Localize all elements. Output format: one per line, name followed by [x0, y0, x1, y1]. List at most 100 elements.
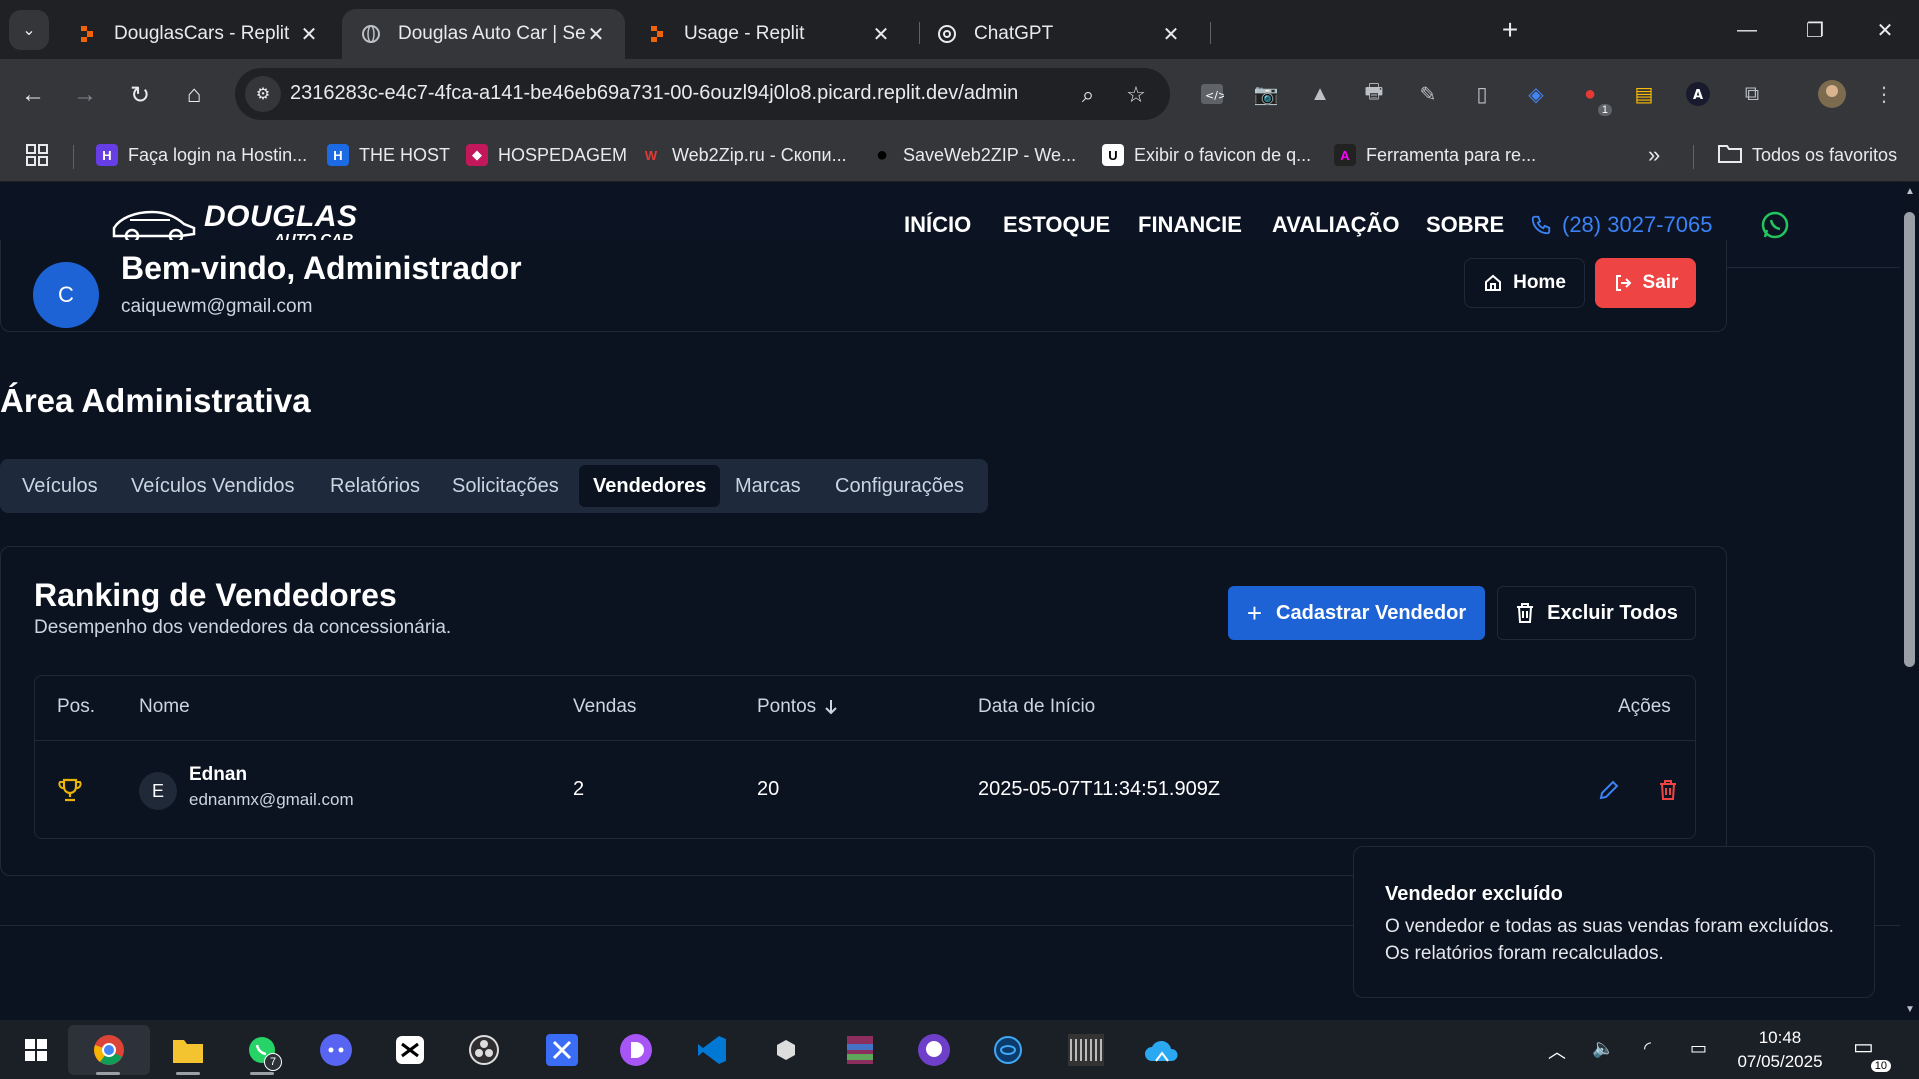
scroll-down-arrow[interactable]: ▼ — [1904, 1004, 1916, 1016]
forward-button[interactable]: → — [66, 76, 104, 114]
nav-estoque[interactable]: ESTOQUE — [1003, 212, 1110, 238]
stop-extension-icon[interactable]: ● 1 — [1572, 76, 1612, 116]
cloud-app-icon[interactable] — [1136, 1025, 1188, 1075]
bookmark-item[interactable]: H Faça login na Hostin... — [96, 141, 307, 169]
apps-grid-icon[interactable] — [26, 141, 48, 169]
cube-app-icon[interactable] — [760, 1025, 812, 1075]
toast-notification[interactable]: Vendedor excluído O vendedor e todas as … — [1353, 846, 1875, 998]
code-extension-icon[interactable]: </> — [1194, 76, 1230, 112]
nav-financie[interactable]: FINANCIE — [1138, 212, 1242, 238]
file-explorer-icon[interactable] — [162, 1025, 214, 1075]
home-button[interactable]: Home — [1464, 258, 1585, 308]
tag-extension-icon[interactable]: ◈ — [1518, 76, 1554, 112]
color-picker-icon[interactable]: ✎ — [1410, 76, 1446, 112]
col-pontos[interactable]: Pontos — [757, 696, 838, 718]
edit-seller-button[interactable] — [1595, 776, 1623, 804]
tab-search-button[interactable]: ⌄ — [9, 10, 49, 50]
bookmark-item[interactable]: U Exibir o favicon de q... — [1102, 141, 1311, 169]
phone-link[interactable]: (28) 3027-7065 — [1530, 212, 1712, 238]
chrome-taskbar-icon[interactable] — [68, 1025, 150, 1075]
bookmark-item[interactable]: H THE HOST — [327, 141, 450, 169]
kebab-menu-icon[interactable]: ⋮ — [1866, 76, 1902, 112]
url-text[interactable]: 2316283c-e4c7-4fca-a141-be46eb69a731-00-… — [290, 82, 1018, 105]
wifi-icon[interactable]: ◜ — [1644, 1038, 1651, 1059]
clock-time: 10:48 — [1758, 1028, 1802, 1047]
winrar-icon[interactable] — [834, 1025, 886, 1075]
welcome-panel: C Bem-vindo, Administrador caiquewm@gmai… — [0, 240, 1727, 332]
scroll-up-arrow[interactable]: ▲ — [1904, 186, 1916, 198]
whatsapp-icon[interactable] — [1760, 210, 1790, 240]
browser-tab[interactable]: ChatGPT ✕ — [918, 9, 1200, 59]
browser-tab[interactable]: Usage - Replit ✕ — [628, 9, 910, 59]
page-content: DOUGLAS AUTO CAR INÍCIO ESTOQUE FINANCIE… — [0, 182, 1919, 1020]
add-seller-button[interactable]: + Cadastrar Vendedor — [1228, 586, 1485, 640]
scroll-thumb[interactable] — [1904, 212, 1915, 667]
nav-sobre[interactable]: SOBRE — [1426, 212, 1504, 238]
more-bookmarks-button[interactable]: » — [1648, 141, 1660, 169]
eye-app-icon[interactable] — [982, 1025, 1034, 1075]
system-clock[interactable]: 10:48 07/05/2025 — [1725, 1026, 1835, 1074]
nav-avaliacao[interactable]: AVALIAÇÃO — [1272, 212, 1400, 238]
col-pos[interactable]: Pos. — [57, 696, 95, 718]
zoom-icon[interactable]: ⌕ — [1073, 80, 1103, 110]
close-window-button[interactable]: ✕ — [1860, 10, 1910, 50]
tab-veiculos[interactable]: Veículos — [8, 465, 112, 507]
camera-extension-icon[interactable]: 📷 — [1248, 76, 1284, 112]
discord-icon[interactable] — [310, 1025, 362, 1075]
browser-tab-active[interactable]: Douglas Auto Car | Seu Próximo ✕ — [342, 9, 625, 59]
dscord-app-icon[interactable] — [610, 1025, 662, 1075]
battery-icon[interactable]: ▭ — [1690, 1038, 1707, 1059]
close-icon[interactable]: ✕ — [870, 22, 892, 47]
volume-icon[interactable]: 🔈 — [1592, 1038, 1614, 1059]
vercel-extension-icon[interactable]: ▲ — [1302, 76, 1338, 112]
whatsapp-taskbar-icon[interactable]: 7 — [236, 1025, 288, 1075]
bookmark-item[interactable]: A Ferramenta para re... — [1334, 141, 1536, 169]
back-button[interactable]: ← — [14, 76, 52, 114]
windows-start-icon[interactable] — [10, 1025, 62, 1075]
profile-avatar[interactable] — [1814, 76, 1850, 112]
tab-marcas[interactable]: Marcas — [721, 465, 815, 507]
new-tab-button[interactable]: + — [1492, 12, 1528, 48]
reload-button[interactable]: ↻ — [121, 76, 159, 114]
obs-icon[interactable] — [458, 1025, 510, 1075]
all-bookmarks-button[interactable]: Todos os favoritos — [1718, 141, 1897, 169]
home-icon[interactable]: ⌂ — [175, 76, 213, 114]
extensions-puzzle-icon[interactable]: ⧉ — [1734, 76, 1770, 112]
capcut-pro-icon[interactable] — [536, 1025, 588, 1075]
a-extension-icon[interactable]: A — [1680, 76, 1716, 112]
github-desktop-icon[interactable] — [908, 1025, 960, 1075]
tab-configuracoes[interactable]: Configurações — [821, 465, 978, 507]
capcut-icon[interactable] — [384, 1025, 436, 1075]
minimize-button[interactable]: — — [1722, 10, 1772, 50]
vscode-icon[interactable] — [686, 1025, 738, 1075]
close-icon[interactable]: ✕ — [1160, 22, 1182, 47]
address-bar[interactable]: ⚙ 2316283c-e4c7-4fca-a141-be46eb69a731-0… — [235, 68, 1170, 120]
file-extension-icon[interactable]: ▤ — [1626, 76, 1662, 112]
delete-all-button[interactable]: Excluir Todos — [1497, 586, 1696, 640]
tab-solicitacoes[interactable]: Solicitações — [438, 465, 573, 507]
restore-button[interactable]: ❐ — [1790, 10, 1840, 50]
bookmark-star-icon[interactable]: ☆ — [1121, 80, 1151, 110]
printer-extension-icon[interactable]: 🖶 — [1356, 76, 1392, 112]
logout-button[interactable]: Sair — [1595, 258, 1696, 308]
notification-center-icon[interactable]: ▭ 10 — [1853, 1034, 1891, 1072]
close-icon[interactable]: ✕ — [585, 22, 607, 47]
tab-veiculos-vendidos[interactable]: Veículos Vendidos — [117, 465, 308, 507]
col-vendas[interactable]: Vendas — [573, 696, 636, 718]
tray-chevron-icon[interactable]: ︿ — [1548, 1038, 1566, 1064]
tab-vendedores[interactable]: Vendedores — [579, 465, 721, 507]
httrack-icon[interactable] — [1060, 1025, 1112, 1075]
page-scrollbar[interactable]: ▲ ▼ — [1900, 182, 1919, 1020]
nav-inicio[interactable]: INÍCIO — [904, 212, 971, 238]
site-info-icon[interactable]: ⚙ — [245, 76, 281, 112]
bookmark-item[interactable]: ◆ HOSPEDAGEM — [466, 141, 627, 169]
tab-relatorios[interactable]: Relatórios — [316, 465, 434, 507]
browser-tab[interactable]: DouglasCars - Replit ✕ — [58, 9, 338, 59]
col-data-inicio[interactable]: Data de Início — [978, 696, 1095, 718]
col-nome[interactable]: Nome — [139, 696, 190, 718]
bookmark-item[interactable]: ● SaveWeb2ZIP - We... — [871, 141, 1076, 169]
delete-seller-button[interactable] — [1654, 776, 1682, 804]
close-icon[interactable]: ✕ — [298, 22, 320, 47]
phone-extension-icon[interactable]: ▯ — [1464, 76, 1500, 112]
bookmark-item[interactable]: W Web2Zip.ru - Скопи... — [640, 141, 847, 169]
